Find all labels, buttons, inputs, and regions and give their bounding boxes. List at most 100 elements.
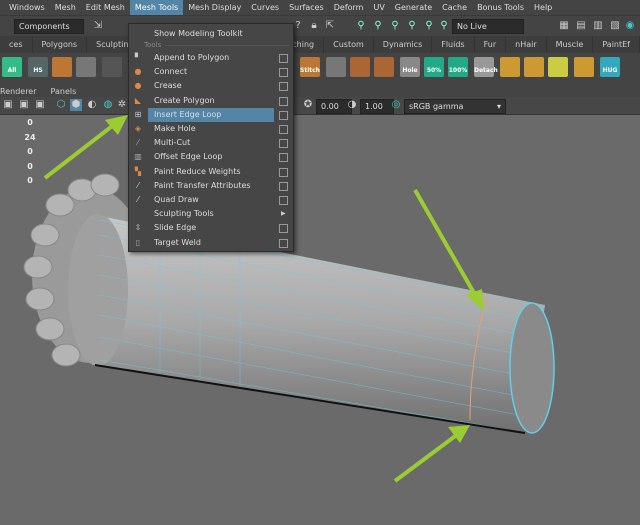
menu-panels[interactable]: Panels [43,87,83,96]
ipr-render-icon[interactable]: ▥ [592,20,604,32]
shelf-button-icon[interactable] [500,57,520,77]
grid-icon[interactable]: ▣ [2,99,14,111]
menu-help[interactable]: Help [529,0,557,15]
render-settings-icon[interactable]: ▧ [609,20,621,32]
option-box-icon[interactable] [279,82,288,92]
render-icon[interactable]: ▤ [575,20,587,32]
menu-item-target-weld[interactable]: ▯ Target Weld [129,236,293,250]
shelf-tab[interactable]: Fluids [432,36,475,53]
menu-item-paint-reduce-weights[interactable]: ▚ Paint Reduce Weights [129,165,293,179]
shelf-button-icon[interactable] [524,57,544,77]
menu-item-connect[interactable]: ● Connect [129,65,293,79]
shelf-tab[interactable]: nHair [506,36,547,53]
menu-cache[interactable]: Cache [437,0,472,15]
lock-icon[interactable]: 🔒︎ [308,20,320,32]
menu-windows[interactable]: Windows [4,0,50,15]
snap-live-icon[interactable]: ⚲ [438,20,450,32]
snap-point-icon[interactable]: ⚲ [389,20,401,32]
menu-item-sculpting-tools[interactable]: Sculpting Tools ▶ [129,207,293,221]
shelf-tab[interactable]: Custom [324,36,374,53]
menu-mesh-display[interactable]: Mesh Display [183,0,246,15]
shelf-button-icon[interactable] [326,57,346,77]
menu-generate[interactable]: Generate [390,0,437,15]
shelf-button-icon[interactable] [102,57,122,77]
gamma-field[interactable]: 1.00 [360,99,394,114]
shelf-button-icon[interactable] [548,57,568,77]
option-box-icon[interactable] [279,181,288,191]
option-box-icon[interactable] [279,96,288,106]
menu-surfaces[interactable]: Surfaces [284,0,329,15]
isolate-icon[interactable]: ✲ [116,99,128,111]
option-box-icon[interactable] [279,238,288,248]
exposure-icon[interactable]: ✪ [302,99,314,111]
live-surface-field[interactable]: No Live Surface [452,19,524,44]
shelf-tab[interactable]: ces [0,36,33,53]
shelf-tab[interactable]: Polygons [33,36,88,53]
viewport[interactable] [0,115,640,525]
option-box-icon[interactable] [279,196,288,205]
select-cursor-icon[interactable]: ⇱ [324,20,336,32]
shelf-tab[interactable]: Dynamics [374,36,433,53]
menu-mesh[interactable]: Mesh [50,0,81,15]
hypershade-icon[interactable]: ◉ [624,20,636,32]
menu-item-quad-draw[interactable]: ⁄ Quad Draw [129,193,293,207]
shelf-button-icon[interactable] [52,57,72,77]
menu-item-slide-edge[interactable]: ⇕ Slide Edge [129,221,293,235]
shelf-button-icon[interactable]: Hole [400,57,420,77]
option-box-icon[interactable] [279,224,288,234]
shelf-button-icon[interactable]: 100% [448,57,468,77]
menu-item-create-polygon[interactable]: ◣ Create Polygon [129,94,293,108]
xray-icon[interactable]: ◍ [102,99,114,111]
shelf-tab[interactable]: Fur [475,36,507,53]
menu-deform[interactable]: Deform [329,0,369,15]
menu-item-make-hole[interactable]: ◈ Make Hole [129,122,293,136]
smooth-shade-icon[interactable]: ⬢ [70,99,82,111]
menu-edit-mesh[interactable]: Edit Mesh [81,0,130,15]
shelf-button-icon[interactable] [574,57,594,77]
lighting-icon[interactable]: ◐ [86,99,98,111]
shelf-button-icon[interactable]: HS [28,57,48,77]
option-box-icon[interactable] [279,167,288,177]
snap-grid-icon[interactable]: ⚲ [355,20,367,32]
menu-item-show-modeling-toolkit[interactable]: Show Modeling Toolkit [129,27,293,41]
color-management-icon[interactable]: ◎ [390,99,402,111]
option-box-icon[interactable] [279,110,288,120]
shelf-button-icon[interactable]: Detach [474,57,498,77]
shelf-button-icon[interactable] [350,57,370,77]
shelf-button-icon[interactable] [374,57,394,77]
option-box-icon[interactable] [279,54,288,63]
menu-bonus-tools[interactable]: Bonus Tools [472,0,529,15]
option-box-icon[interactable] [279,125,288,134]
wireframe-icon[interactable]: ⬡ [55,99,67,111]
shelf-button-icon[interactable]: Stitch [300,57,320,77]
shelf-tab[interactable]: Muscle [547,36,594,53]
menu-renderer[interactable]: Renderer [0,87,43,96]
menu-item-multi-cut[interactable]: ⁄ Multi-Cut [129,136,293,150]
render-view-icon[interactable]: ▦ [558,20,570,32]
snap-curve-icon[interactable]: ⚲ [372,20,384,32]
option-box-icon[interactable] [279,153,288,163]
menu-item-crease[interactable]: ● Crease [129,79,293,93]
menu-item-offset-edge-loop[interactable]: ▥ Offset Edge Loop [129,150,293,164]
shelf-button-icon[interactable]: 50% [424,57,444,77]
menu-item-append-to-polygon[interactable]: ▘ Append to Polygon [129,51,293,65]
shelf-button-icon[interactable]: HUG [600,57,620,77]
snap-surface-icon[interactable]: ⚲ [423,20,435,32]
color-space-dropdown[interactable]: sRGB gamma ▾ [404,99,506,114]
shelf-button-icon[interactable]: All +N [2,57,22,102]
resolution-gate-icon[interactable]: ▣ [34,99,46,111]
menu-item-paint-transfer-attributes[interactable]: ⁄ Paint Transfer Attributes [129,179,293,193]
shelf-tab[interactable]: PaintEf [593,36,640,53]
menu-mesh-tools[interactable]: Mesh Tools [129,0,184,15]
select-tool-icon[interactable]: ⇲ [92,20,104,32]
shelf-button-icon[interactable] [76,57,96,77]
option-box-icon[interactable] [279,68,288,78]
film-gate-icon[interactable]: ▣ [18,99,30,111]
option-box-icon[interactable] [279,139,288,149]
menu-item-insert-edge-loop[interactable]: ⊞ Insert Edge Loop [129,107,293,122]
menu-uv[interactable]: UV [368,0,389,15]
selection-mode-dropdown[interactable]: Components [14,19,84,34]
gamma-icon[interactable]: ◑ [346,99,358,111]
menu-curves[interactable]: Curves [246,0,284,15]
snap-view-icon[interactable]: ⚲ [406,20,418,32]
